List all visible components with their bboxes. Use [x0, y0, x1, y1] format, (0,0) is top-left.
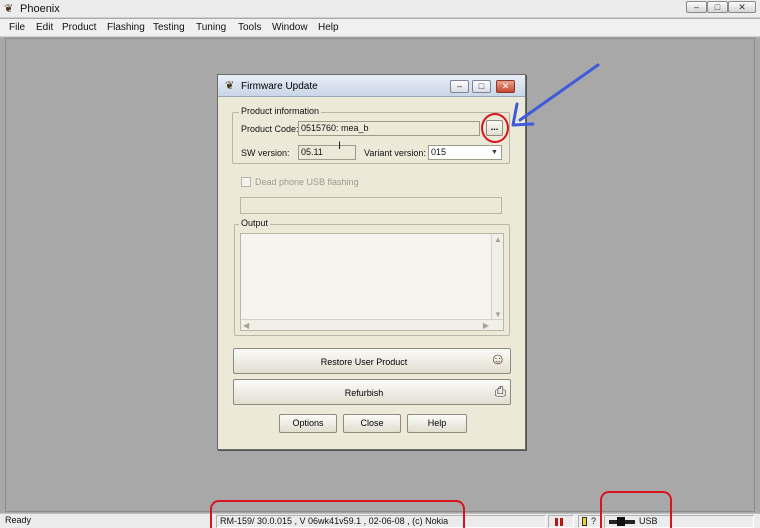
annotation-arrow: [511, 63, 600, 127]
